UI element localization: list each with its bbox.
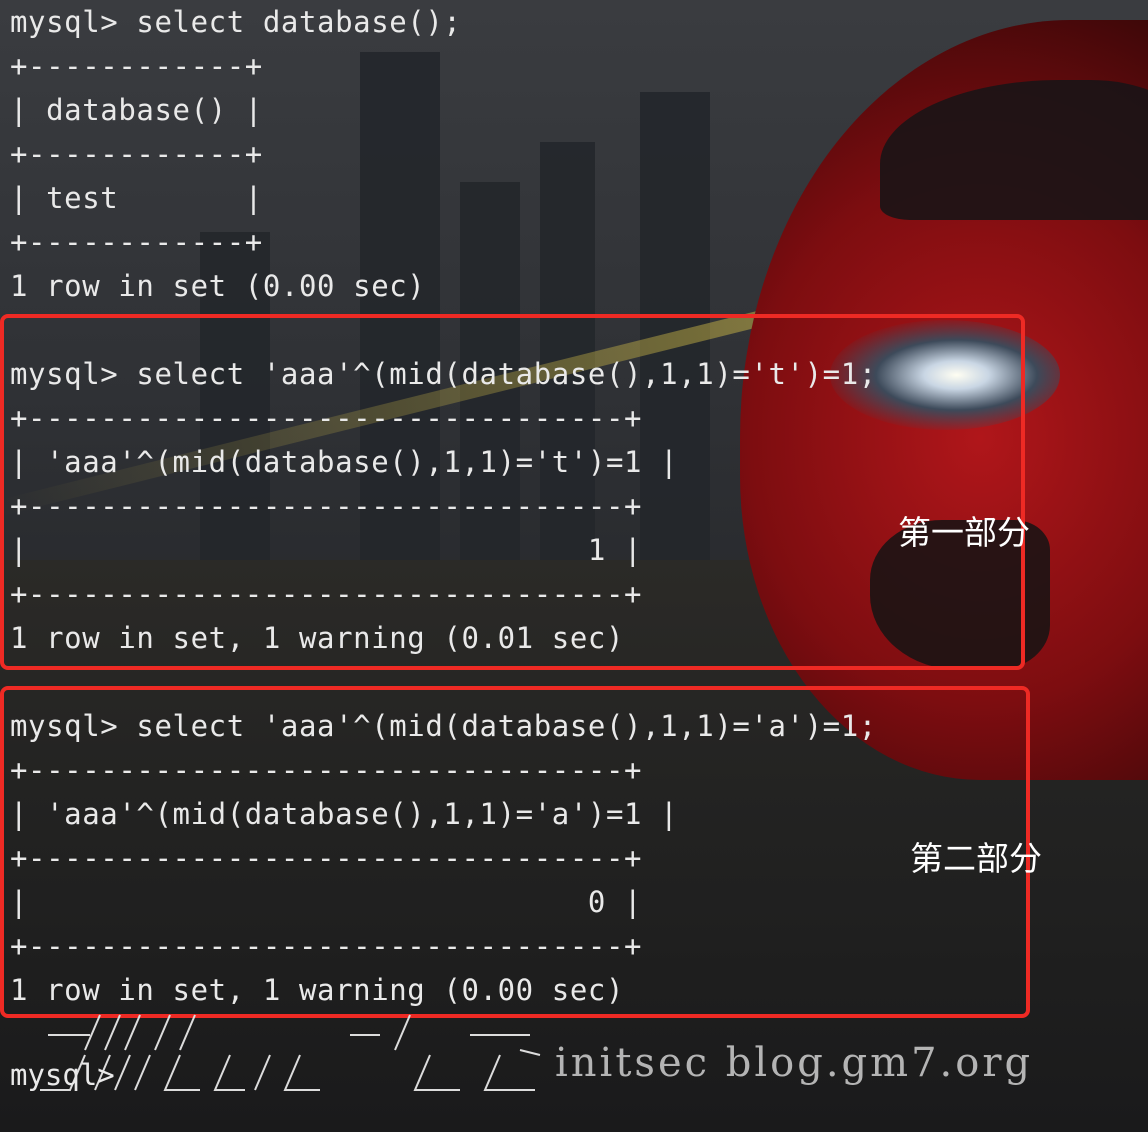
terminal-line: +------------+ (10, 137, 263, 171)
part1-label: 第一部分 (898, 513, 1030, 552)
highlight-box-part1 (0, 314, 1025, 670)
highlight-box-part2 (0, 686, 1030, 1018)
terminal-line: +------------+ (10, 49, 263, 83)
terminal-line: | database() | (10, 93, 263, 127)
terminal-line: 1 row in set (0.00 sec) (10, 269, 426, 303)
final-prompt: mysql> (10, 1058, 115, 1092)
terminal-line: +------------+ (10, 225, 263, 259)
part2-label: 第二部分 (910, 839, 1042, 878)
terminal-line: mysql> select database(); (10, 5, 462, 39)
terminal-line: | test | (10, 181, 263, 215)
watermark-text: initsec blog.gm7.org (555, 1040, 1034, 1086)
